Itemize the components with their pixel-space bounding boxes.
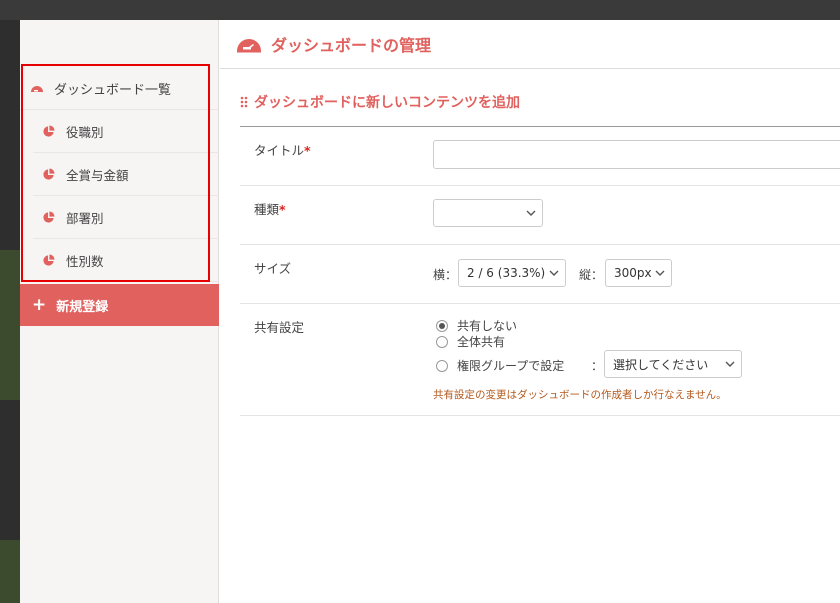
sidebar-item-total-bonus[interactable]: 全賞与金額 [33,153,219,196]
sidebar-list: ダッシュボード一覧 役職別 全賞与金額 部署別 性別数 [20,67,219,282]
new-registration-button[interactable]: + 新規登録 [20,284,219,326]
radio-button[interactable] [436,335,448,348]
height-select[interactable]: 300px [605,259,672,287]
chevron-down-icon [725,361,735,367]
sidebar-item-by-department[interactable]: 部署別 [33,196,219,239]
radio-label: 全体共有 [457,335,506,349]
new-registration-label: 新規登録 [56,299,109,315]
dashboard-icon [237,39,261,53]
dashboard-management-dialog: ダッシュボード一覧 役職別 全賞与金額 部署別 性別数 + 新規登録 ダッシュボ… [20,20,840,603]
height-label: 縦： [579,268,604,282]
type-label: 種類* [254,199,286,218]
radio-label: 権限グループで設定 [457,359,565,373]
dashboard-icon [31,86,43,92]
title-label: タイトル* [254,140,311,159]
width-select-value: 2 / 6 (33.3%) [467,266,546,280]
title-label-text: タイトル [254,143,305,158]
type-select[interactable] [433,199,543,227]
radio-share-group[interactable]: 権限グループで設定 [436,357,564,374]
radio-button[interactable] [436,359,448,372]
chevron-down-icon [655,270,665,276]
width-label: 横： [433,268,458,282]
background-window-edge [0,20,20,603]
sidebar-item-label: 部署別 [66,210,104,226]
background-window-strip [0,0,840,20]
sidebar-item-by-gender[interactable]: 性別数 [33,239,219,282]
sidebar-item-label: 役職別 [66,124,104,140]
pie-chart-icon [43,210,55,223]
radio-label: 共有しない [457,319,518,333]
page-title: ダッシュボードの管理 [271,36,432,55]
section-title-text: ダッシュボードに新しいコンテンツを追加 [254,95,520,111]
background-block [0,250,20,400]
title-input[interactable] [433,140,840,169]
height-select-value: 300px [614,266,652,280]
section-title: ダッシュボードに新しいコンテンツを追加 [240,92,520,112]
sidebar: ダッシュボード一覧 役職別 全賞与金額 部署別 性別数 + 新規登録 [20,20,219,603]
chevron-down-icon [549,270,559,276]
main-panel: ダッシュボードの管理 ダッシュボードに新しいコンテンツを追加 タイトル* 種類* [220,20,840,603]
pie-chart-icon [43,167,55,180]
permission-group-select[interactable]: 選択してください [604,350,742,378]
size-label: サイズ [254,261,292,276]
sharing-label: 共有設定 [254,320,305,335]
form-row-type: 種類* [240,186,840,245]
pie-chart-icon [43,253,55,266]
permission-group-select-value: 選択してください [613,357,709,372]
form-row-title: タイトル* [240,127,840,186]
pie-chart-icon [43,124,55,137]
sharing-note: 共有設定の変更はダッシュボードの作成者しか行なえません。 [433,389,727,401]
group-colon: ： [591,359,604,373]
page-header: ダッシュボードの管理 [220,20,840,69]
grip-icon [240,96,248,108]
required-mark: * [304,143,311,158]
type-label-text: 種類 [254,202,280,217]
sidebar-item-dashboard-list[interactable]: ダッシュボード一覧 [20,67,219,110]
sidebar-item-label: 性別数 [66,253,104,269]
background-block [0,540,20,603]
sidebar-item-by-position[interactable]: 役職別 [33,110,219,153]
plus-icon: + [32,295,47,315]
sidebar-item-label: ダッシュボード一覧 [54,82,172,98]
form-row-sharing: 共有設定 共有しない 全体共有 権限グループで設定 ： 選択してください 共有設… [240,304,840,416]
width-select[interactable]: 2 / 6 (33.3%) [458,259,566,287]
radio-no-share[interactable]: 共有しない [436,317,517,334]
sidebar-item-label: 全賞与金額 [66,167,129,183]
radio-button[interactable] [436,319,448,332]
required-mark: * [279,202,286,217]
form-row-size: サイズ 横： 2 / 6 (33.3%) 縦： 300px [240,245,840,304]
chevron-down-icon [526,210,536,216]
radio-share-all[interactable]: 全体共有 [436,333,505,350]
